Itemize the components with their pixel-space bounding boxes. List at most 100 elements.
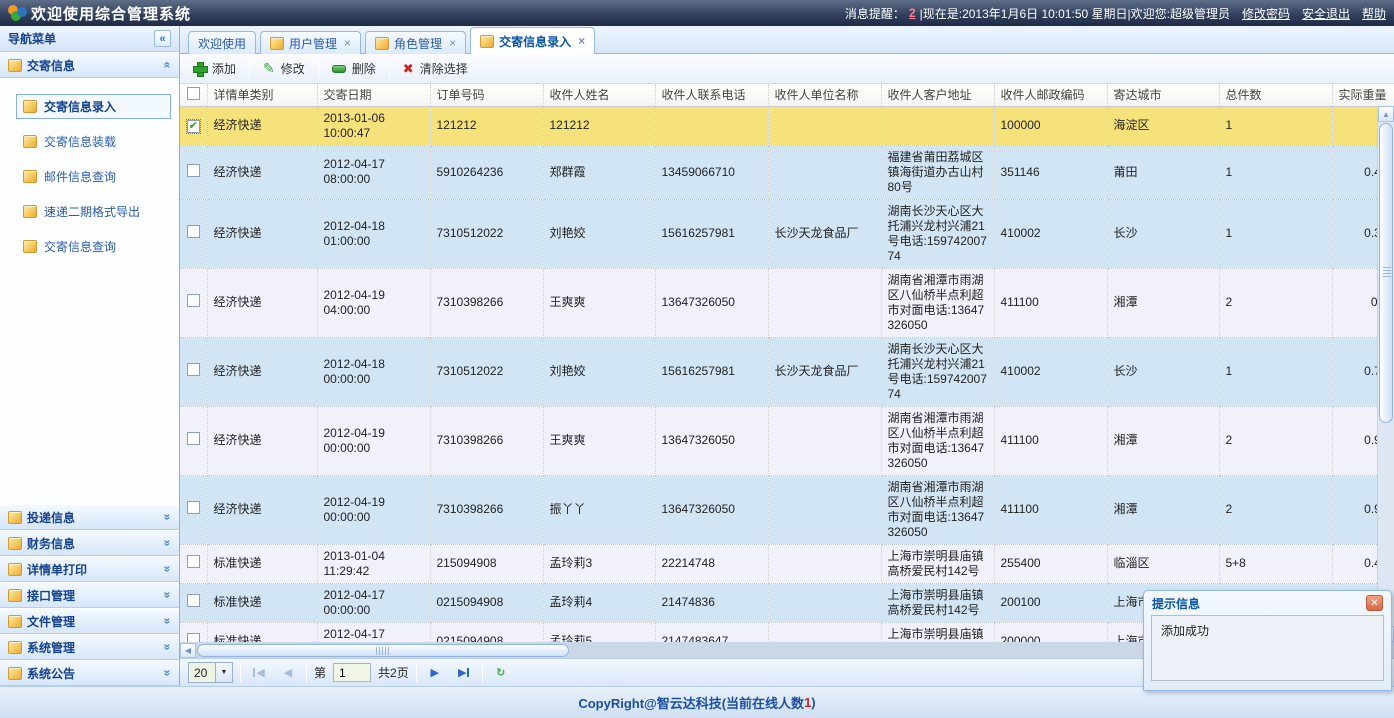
- table-row[interactable]: 标准快递2013-01-04 11:29:42215094908孟玲莉32221…: [180, 544, 1394, 583]
- row-checkbox[interactable]: [187, 164, 200, 177]
- table-row[interactable]: 经济快递2012-04-17 08:00:005910264236郑群霞1345…: [180, 145, 1394, 199]
- toolbar-button-label: 修改: [281, 60, 305, 77]
- clear-selection-button[interactable]: ✖清除选择: [394, 57, 477, 80]
- online-count: 1: [804, 695, 811, 710]
- cell: 标准快递: [207, 583, 317, 622]
- row-checkbox[interactable]: [187, 363, 200, 376]
- row-checkbox[interactable]: [187, 225, 200, 238]
- table-row[interactable]: 经济快递2012-04-19 04:00:007310398266王爽爽1364…: [180, 268, 1394, 337]
- row-checkbox[interactable]: [187, 633, 200, 642]
- row-checkbox[interactable]: [187, 594, 200, 607]
- help-link[interactable]: 帮助: [1362, 5, 1386, 22]
- tab-4[interactable]: 交寄信息录入×: [470, 27, 595, 54]
- accordion-section-2[interactable]: 投递信息»: [0, 504, 179, 530]
- sidebar-item-4[interactable]: 速递二期格式导出: [16, 199, 171, 224]
- row-checkbox[interactable]: [187, 432, 200, 445]
- delete-button[interactable]: 删除: [323, 57, 385, 80]
- sidebar-item-1[interactable]: 交寄信息录入: [16, 94, 171, 119]
- vertical-scrollbar[interactable]: ▲ ▼: [1377, 106, 1394, 642]
- tab-1[interactable]: 欢迎使用: [188, 31, 256, 54]
- select-all-header[interactable]: [180, 84, 207, 106]
- toolbar-button-label: 删除: [352, 60, 376, 77]
- accordion-section-5[interactable]: 接口管理»: [0, 582, 179, 608]
- logout-link[interactable]: 安全退出: [1302, 5, 1350, 22]
- column-header-1[interactable]: 详情单类别: [207, 84, 317, 106]
- package-icon: [23, 240, 37, 253]
- select-all-checkbox[interactable]: [187, 87, 200, 100]
- package-icon: [23, 135, 37, 148]
- sidebar-item-5[interactable]: 交寄信息查询: [16, 234, 171, 259]
- cell: 5910264236: [430, 145, 543, 199]
- table-row[interactable]: 经济快递2012-04-18 00:00:007310512022刘艳姣1561…: [180, 337, 1394, 406]
- add-button[interactable]: 添加: [184, 57, 245, 80]
- cell: 2012-04-19 00:00:00: [317, 406, 430, 475]
- last-page-button[interactable]: ▶: [453, 662, 475, 684]
- edit-button[interactable]: ✎ 修改: [254, 57, 314, 80]
- message-count-badge[interactable]: 2: [909, 6, 916, 20]
- column-header-8[interactable]: 收件人邮政编码: [994, 84, 1107, 106]
- close-icon[interactable]: ×: [578, 34, 585, 48]
- row-checkbox[interactable]: ✔: [187, 120, 200, 133]
- column-header-3[interactable]: 订单号码: [430, 84, 543, 106]
- edit-icon: ✎: [263, 62, 275, 75]
- chevron-down-icon[interactable]: ▼: [215, 663, 232, 682]
- scroll-up-icon[interactable]: ▲: [1378, 106, 1394, 122]
- next-page-button[interactable]: ▶: [424, 662, 446, 684]
- cell: 湘潭: [1107, 406, 1219, 475]
- accordion-section-7[interactable]: 系统管理»: [0, 634, 179, 660]
- column-header-7[interactable]: 收件人客户地址: [881, 84, 994, 106]
- column-header-10[interactable]: 总件数: [1219, 84, 1332, 106]
- column-header-11[interactable]: 实际重量: [1332, 84, 1394, 106]
- cell: 15616257981: [655, 337, 768, 406]
- column-header-2[interactable]: 交寄日期: [317, 84, 430, 106]
- package-icon: [8, 59, 22, 72]
- scroll-left-icon[interactable]: ◀: [180, 643, 196, 658]
- column-header-6[interactable]: 收件人单位名称: [768, 84, 881, 106]
- close-icon[interactable]: ×: [344, 36, 351, 50]
- accordion-section-3[interactable]: 财务信息»: [0, 530, 179, 556]
- cell: [768, 106, 881, 145]
- change-password-link[interactable]: 修改密码: [1242, 5, 1290, 22]
- table-row[interactable]: ✔经济快递2013-01-06 10:00:471212121212121000…: [180, 106, 1394, 145]
- data-grid: 详情单类别交寄日期订单号码收件人姓名收件人联系电话收件人单位名称收件人客户地址收…: [180, 84, 1394, 642]
- cell: 2012-04-19 04:00:00: [317, 268, 430, 337]
- close-icon[interactable]: ✕: [1366, 595, 1383, 611]
- column-header-4[interactable]: 收件人姓名: [543, 84, 655, 106]
- accordion-section-expanded[interactable]: 交寄信息 «: [0, 52, 179, 78]
- row-checkbox[interactable]: [187, 501, 200, 514]
- first-page-button[interactable]: ◀: [248, 662, 270, 684]
- cell: 255400: [994, 544, 1107, 583]
- sidebar-item-2[interactable]: 交寄信息装载: [16, 129, 171, 154]
- row-checkbox-cell: [180, 145, 207, 199]
- sidebar-item-3[interactable]: 邮件信息查询: [16, 164, 171, 189]
- tab-3[interactable]: 角色管理×: [365, 31, 466, 54]
- message-reminder-label: 消息提醒：: [845, 5, 905, 22]
- accordion-section-6[interactable]: 文件管理»: [0, 608, 179, 634]
- table-row[interactable]: 经济快递2012-04-18 01:00:007310512022刘艳姣1561…: [180, 199, 1394, 268]
- close-icon[interactable]: ×: [449, 36, 456, 50]
- package-icon: [8, 511, 22, 524]
- page-size-select[interactable]: 20 ▼: [188, 662, 233, 683]
- section-label: 交寄信息: [27, 57, 75, 74]
- accordion-section-4[interactable]: 详情单打印»: [0, 556, 179, 582]
- accordion-section-8[interactable]: 系统公告»: [0, 660, 179, 686]
- tab-2[interactable]: 用户管理×: [260, 31, 361, 54]
- horizontal-scroll-thumb[interactable]: [197, 644, 569, 657]
- table-row[interactable]: 经济快递2012-04-19 00:00:007310398266振丫丫1364…: [180, 475, 1394, 544]
- cell: 上海市崇明县庙镇高桥爱民村142号: [881, 583, 994, 622]
- table-row[interactable]: 经济快递2012-04-19 00:00:007310398266王爽爽1364…: [180, 406, 1394, 475]
- cell: 2012-04-17 08:00:00: [317, 145, 430, 199]
- refresh-icon[interactable]: ↻: [490, 662, 512, 684]
- cell: 7310398266: [430, 475, 543, 544]
- cell: 7310512022: [430, 337, 543, 406]
- row-checkbox[interactable]: [187, 555, 200, 568]
- column-header-5[interactable]: 收件人联系电话: [655, 84, 768, 106]
- page-number-input[interactable]: [333, 663, 371, 682]
- cell: 长沙: [1107, 337, 1219, 406]
- column-header-9[interactable]: 寄达城市: [1107, 84, 1219, 106]
- vertical-scroll-thumb[interactable]: [1379, 123, 1393, 423]
- prev-page-button[interactable]: ◀: [277, 662, 299, 684]
- sidebar-collapse-button[interactable]: «: [154, 30, 171, 47]
- cell: 2012-04-17 00:00:00: [317, 622, 430, 642]
- row-checkbox[interactable]: [187, 294, 200, 307]
